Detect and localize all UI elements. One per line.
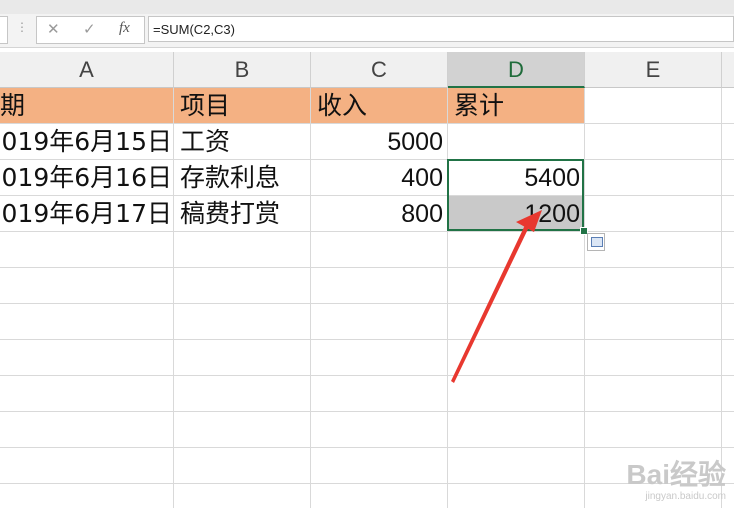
watermark: Bai经验 jingyan.baidu.com [626,453,726,502]
annotation-arrow [451,210,542,383]
watermark-logo: Bai经验 [626,459,726,490]
arrow-shaft [451,225,529,383]
watermark-url: jingyan.baidu.com [645,491,726,502]
arrow-head [516,210,542,232]
